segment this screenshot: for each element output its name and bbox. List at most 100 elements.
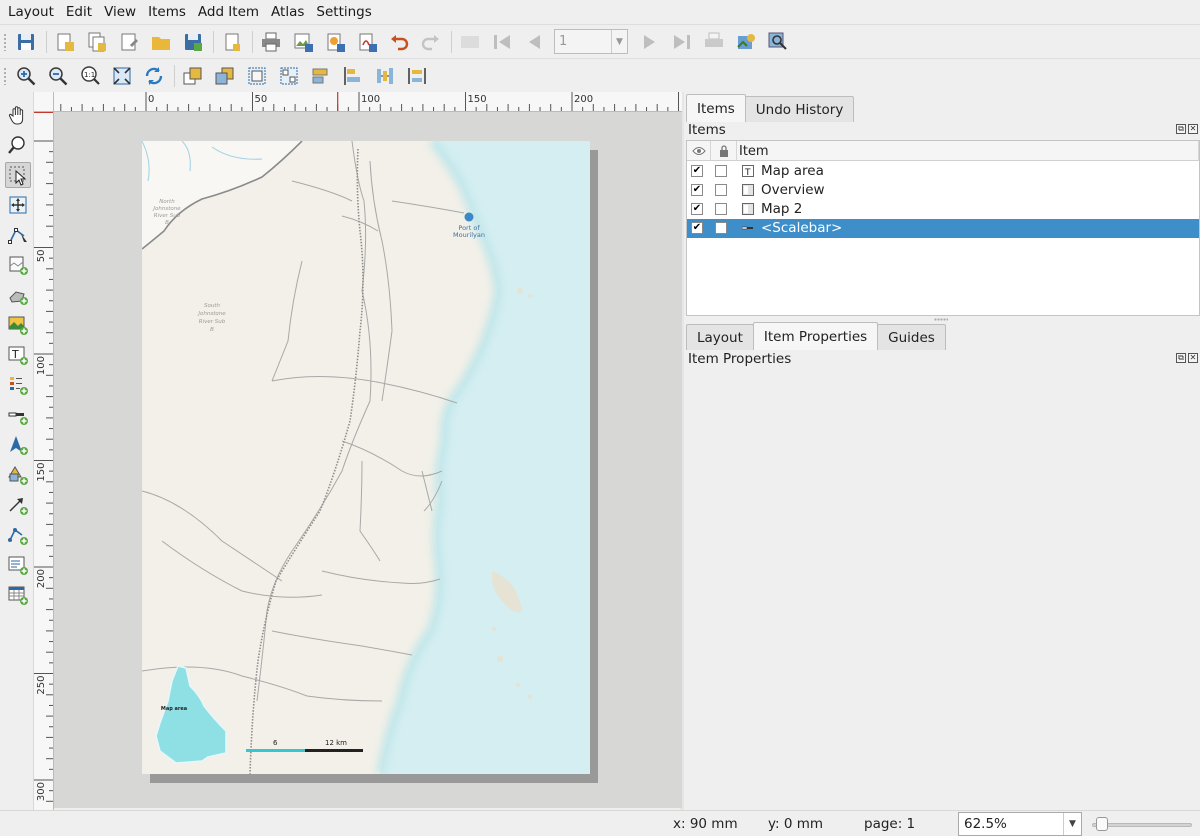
- raise-items-button[interactable]: [181, 64, 205, 88]
- add-shape-tool[interactable]: [5, 462, 31, 488]
- visibility-checkbox[interactable]: ✔: [691, 184, 703, 196]
- export-image-button[interactable]: [291, 30, 315, 54]
- visibility-column-header[interactable]: [687, 141, 711, 161]
- previous-feature-button[interactable]: [522, 30, 546, 54]
- zoom-slider-handle[interactable]: [1096, 817, 1108, 831]
- visibility-checkbox[interactable]: ✔: [691, 222, 703, 234]
- export-pdf-icon: [359, 33, 377, 52]
- item-row[interactable]: ✔ Overview: [687, 181, 1199, 200]
- undo-button[interactable]: [387, 30, 411, 54]
- zoom-tool[interactable]: [5, 132, 31, 158]
- add-label-tool[interactable]: T: [5, 342, 31, 368]
- last-feature-button[interactable]: [670, 30, 694, 54]
- atlas-preview-button[interactable]: [458, 30, 482, 54]
- tab-undo-history[interactable]: Undo History: [744, 96, 855, 122]
- save-layout-button[interactable]: [14, 30, 38, 54]
- distribute-items-button[interactable]: [373, 64, 397, 88]
- resize-items-button[interactable]: [405, 64, 429, 88]
- item-row[interactable]: ✔ T Map area: [687, 162, 1199, 181]
- lock-checkbox[interactable]: [715, 203, 727, 215]
- horizontal-ruler[interactable]: 0 50 100 150 200: [34, 92, 682, 112]
- lock-column-header[interactable]: [711, 141, 737, 161]
- vertical-ruler[interactable]: 50 100 150 200 250 300: [34, 112, 54, 810]
- lock-checkbox[interactable]: [715, 184, 727, 196]
- item-row[interactable]: ✔ <Scalebar>: [687, 219, 1199, 238]
- menu-items[interactable]: Items: [142, 4, 192, 20]
- atlas-zoom-button[interactable]: [766, 30, 790, 54]
- zoom-full-button[interactable]: [110, 64, 134, 88]
- lock-checkbox[interactable]: [715, 222, 727, 234]
- pan-tool[interactable]: [5, 102, 31, 128]
- menu-edit[interactable]: Edit: [60, 4, 98, 20]
- ungroup-items-button[interactable]: [277, 64, 301, 88]
- toolbar-grip[interactable]: [3, 33, 7, 51]
- lock-checkbox[interactable]: [715, 165, 727, 177]
- atlas-settings-button[interactable]: [734, 30, 758, 54]
- items-tree[interactable]: Item ✔ T Map area ✔ Overview ✔ Map 2 ✔ <Scalebar…: [686, 140, 1200, 316]
- panel-splitter[interactable]: [934, 318, 948, 321]
- tab-items[interactable]: Items: [686, 94, 746, 122]
- close-panel-icon[interactable]: ✕: [1188, 353, 1198, 363]
- add-attribute-table-tool[interactable]: [5, 582, 31, 608]
- duplicate-layout-button[interactable]: [85, 30, 109, 54]
- tab-item-properties[interactable]: Item Properties: [752, 322, 879, 350]
- menu-view[interactable]: View: [98, 4, 142, 20]
- atlas-page-spinbox[interactable]: 1 ▼: [554, 29, 628, 54]
- add-node-item-tool[interactable]: [5, 522, 31, 548]
- new-layout-button[interactable]: [53, 30, 77, 54]
- menu-atlas[interactable]: Atlas: [265, 4, 310, 20]
- chevron-down-icon[interactable]: ▼: [611, 30, 627, 53]
- add-picture-tool[interactable]: [5, 312, 31, 338]
- add-scalebar-tool[interactable]: [5, 402, 31, 428]
- close-panel-icon[interactable]: ✕: [1188, 124, 1198, 134]
- zoom-out-button[interactable]: [46, 64, 70, 88]
- item-row[interactable]: ✔ Map 2: [687, 200, 1199, 219]
- visibility-checkbox[interactable]: ✔: [691, 203, 703, 215]
- zoom-in-button[interactable]: [14, 64, 38, 88]
- toolbar-grip[interactable]: [3, 67, 7, 85]
- chevron-down-icon[interactable]: ▼: [1063, 813, 1081, 835]
- page-setup-button[interactable]: [220, 30, 244, 54]
- print-button[interactable]: [259, 30, 283, 54]
- edit-nodes-tool[interactable]: [5, 222, 31, 248]
- visibility-checkbox[interactable]: ✔: [691, 165, 703, 177]
- save-template-button[interactable]: [181, 30, 205, 54]
- group-items-button[interactable]: [245, 64, 269, 88]
- lower-items-button[interactable]: [213, 64, 237, 88]
- add-3d-map-tool[interactable]: [5, 282, 31, 308]
- islet: [492, 627, 496, 631]
- print-atlas-button[interactable]: [702, 30, 726, 54]
- select-move-tool[interactable]: [5, 162, 31, 188]
- float-panel-icon[interactable]: ⧉: [1176, 124, 1186, 134]
- add-map-tool[interactable]: [5, 252, 31, 278]
- map-item[interactable]: Port of Mourilyan North Johnstone River …: [142, 141, 590, 774]
- menu-add-item[interactable]: Add Item: [192, 4, 265, 20]
- layout-manager-button[interactable]: [117, 30, 141, 54]
- move-content-tool[interactable]: [5, 192, 31, 218]
- align-items-button[interactable]: [309, 64, 333, 88]
- tab-layout[interactable]: Layout: [686, 324, 754, 350]
- add-html-tool[interactable]: [5, 552, 31, 578]
- layout-page[interactable]: Port of Mourilyan North Johnstone River …: [142, 141, 590, 774]
- zoom-actual-button[interactable]: 1:1: [78, 64, 102, 88]
- redo-button[interactable]: [419, 30, 443, 54]
- export-svg-button[interactable]: [323, 30, 347, 54]
- next-feature-button[interactable]: [638, 30, 662, 54]
- layout-canvas[interactable]: Port of Mourilyan North Johnstone River …: [54, 112, 682, 808]
- menu-layout[interactable]: Layout: [2, 4, 60, 20]
- zoom-combobox[interactable]: 62.5% ▼: [958, 812, 1082, 836]
- refresh-view-button[interactable]: [142, 64, 166, 88]
- add-legend-tool[interactable]: [5, 372, 31, 398]
- ruler-label: 0: [148, 94, 154, 105]
- item-column-header[interactable]: Item: [737, 141, 1199, 161]
- distribute-icon: [377, 67, 393, 84]
- menu-settings[interactable]: Settings: [310, 4, 377, 20]
- open-template-button[interactable]: [149, 30, 173, 54]
- add-north-arrow-tool[interactable]: [5, 432, 31, 458]
- first-feature-button[interactable]: [490, 30, 514, 54]
- add-arrow-tool[interactable]: [5, 492, 31, 518]
- align-left-button[interactable]: [341, 64, 365, 88]
- float-panel-icon[interactable]: ⧉: [1176, 353, 1186, 363]
- tab-guides[interactable]: Guides: [877, 324, 946, 350]
- export-pdf-button[interactable]: [355, 30, 379, 54]
